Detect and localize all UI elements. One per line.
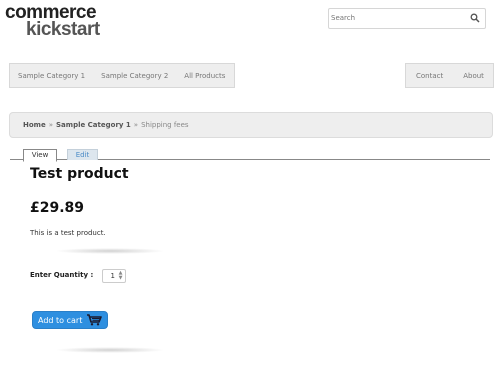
breadcrumb-separator: » — [133, 121, 139, 129]
add-to-cart-label: Add to cart — [38, 315, 83, 325]
nav-item-all-products[interactable]: All Products — [176, 72, 233, 80]
search-box[interactable] — [328, 8, 486, 29]
cart-icon — [87, 314, 103, 326]
tab-edit[interactable]: Edit — [67, 149, 98, 160]
main-nav-left: Sample Category 1 Sample Category 2 All … — [9, 63, 235, 88]
nav-item-about[interactable]: About — [453, 72, 494, 80]
tab-view[interactable]: View — [23, 149, 57, 162]
main-nav-right: Contact About — [405, 63, 494, 88]
breadcrumb-category[interactable]: Sample Category 1 — [56, 121, 131, 129]
nav-item-contact[interactable]: Contact — [406, 72, 453, 80]
breadcrumb-home[interactable]: Home — [23, 121, 46, 129]
product-title: Test product — [30, 166, 129, 182]
nav-item-sample-category-1[interactable]: Sample Category 1 — [10, 72, 93, 80]
quantity-stepper[interactable]: ▲▼ — [102, 269, 126, 283]
search-icon[interactable] — [470, 13, 480, 23]
search-input[interactable] — [331, 11, 461, 25]
decorative-shadow — [55, 347, 165, 353]
site-logo[interactable]: commerce kickstart — [5, 3, 100, 39]
nav-item-sample-category-2[interactable]: Sample Category 2 — [93, 72, 176, 80]
breadcrumb-current: Shipping fees — [141, 121, 189, 129]
breadcrumb: Home » Sample Category 1 » Shipping fees — [9, 112, 493, 138]
decorative-shadow — [55, 248, 165, 254]
breadcrumb-separator: » — [48, 121, 54, 129]
quantity-label: Enter Quantity : — [30, 271, 94, 279]
product-price: £29.89 — [30, 200, 85, 216]
logo-line2: kickstart — [26, 19, 100, 40]
quantity-input[interactable] — [105, 271, 115, 281]
stepper-arrows-icon[interactable]: ▲ ▼ — [117, 271, 124, 281]
product-description: This is a test product. — [30, 229, 106, 237]
add-to-cart-button[interactable]: Add to cart — [32, 311, 108, 329]
